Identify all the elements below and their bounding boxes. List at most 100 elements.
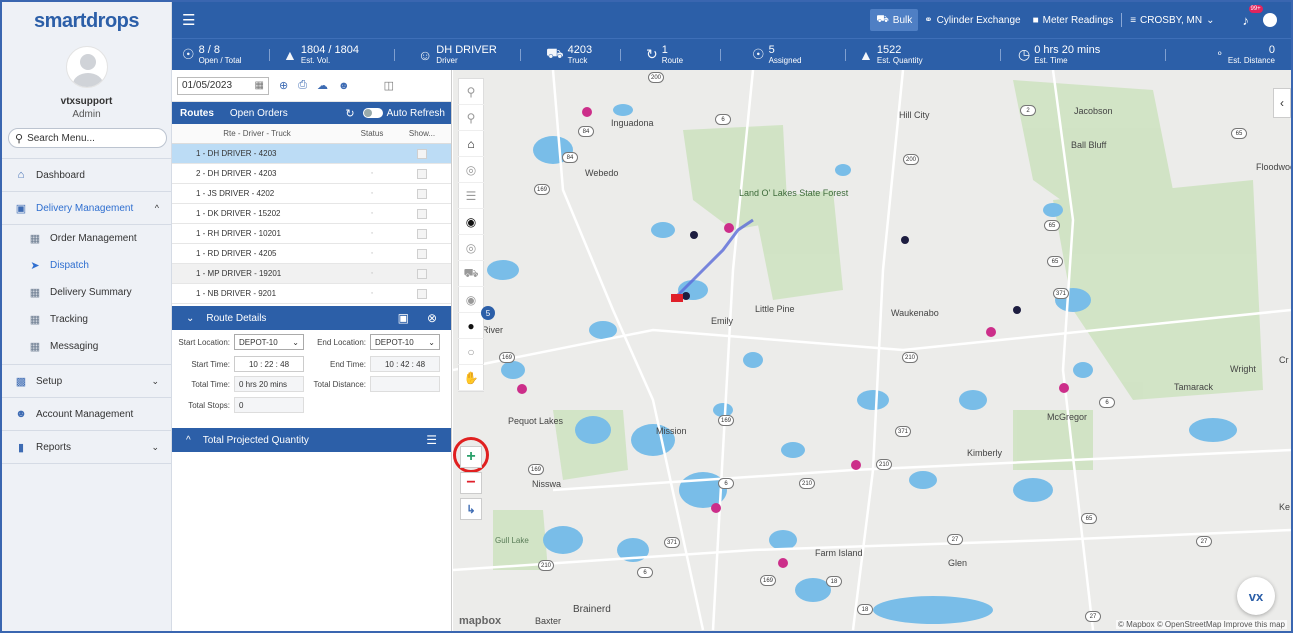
cylinder-exchange-button[interactable]: ⚭ Cylinder Exchange (918, 9, 1026, 31)
route-details-header[interactable]: ⌄ Route Details ▣ ⊗ (172, 306, 451, 330)
sidebar-item-reports[interactable]: ▮ Reports ⌄ (2, 431, 171, 464)
show-checkbox[interactable] (417, 168, 427, 179)
sidebar-item-setup[interactable]: ▩ Setup ⌄ (2, 365, 171, 398)
start-location-select[interactable]: DEPOT-10 ⌄ (234, 334, 304, 350)
show-checkbox[interactable] (417, 248, 427, 259)
notification-bell-icon[interactable]: ♪ 99+ (1243, 4, 1263, 28)
show-checkbox[interactable] (417, 268, 427, 279)
users-icon[interactable]: ☻ (338, 80, 350, 92)
total-projected-quantity-header[interactable]: ^ Total Projected Quantity ☰ (172, 428, 451, 452)
map-pin-icon[interactable]: ● (458, 313, 484, 339)
close-icon[interactable]: ⊗ (427, 311, 437, 325)
auto-refresh-toggle[interactable] (362, 108, 383, 118)
refresh-icon[interactable]: ↻ (345, 107, 354, 120)
show-checkbox[interactable] (417, 188, 427, 199)
sidebar-item-order-management[interactable]: ▦ Order Management (2, 225, 171, 252)
map-zoom-out-button[interactable]: − (460, 472, 482, 494)
route-name: 1 - NB DRIVER - 9201 (196, 289, 277, 298)
home-icon[interactable]: ⌂ (458, 131, 484, 157)
show-checkbox[interactable] (417, 148, 427, 159)
user-name: vtxsupport (60, 96, 113, 107)
table-row[interactable]: 1 - MP DRIVER - 19201 ◦ (172, 264, 451, 284)
route-name: 1 - DH DRIVER - 4203 (196, 149, 277, 158)
tab-open-orders[interactable]: Open Orders (222, 102, 296, 124)
sidebar-item-dashboard[interactable]: ⌂ Dashboard (2, 159, 171, 192)
add-icon[interactable]: ⊕ (279, 79, 288, 92)
route-optimize-icon[interactable]: ↳ (460, 498, 482, 520)
vx-chat-button[interactable]: vx (1237, 577, 1275, 615)
table-row[interactable]: 1 - NB DRIVER - 9201 ◦ (172, 284, 451, 304)
chevron-down-icon: ⌄ (292, 337, 299, 347)
field-label: Total Time: (191, 379, 230, 389)
route-shield: 6 (1099, 397, 1115, 408)
users-icon: ☻ (15, 408, 27, 420)
sidebar-item-delivery-summary[interactable]: ▦ Delivery Summary (2, 279, 171, 306)
hamburger-menu-icon[interactable]: ☰ (182, 11, 195, 29)
sidebar-item-label: Messaging (50, 341, 99, 352)
stat-value: 1 (661, 43, 668, 56)
table-row[interactable]: 1 - RH DRIVER - 10201 ◦ (172, 224, 451, 244)
table-row[interactable]: 1 - DK DRIVER - 15202 ◦ (172, 204, 451, 224)
sidebar-item-dispatch[interactable]: ➤ Dispatch (2, 252, 171, 279)
map-attribution[interactable]: © Mapbox © OpenStreetMap Improve this ma… (1116, 620, 1287, 629)
truck-icon: ⛟ (546, 45, 564, 61)
clock-icon: ◷ (1018, 46, 1031, 62)
sidebar-item-account-management[interactable]: ☻ Account Management (2, 398, 171, 431)
stat-label: Driver (436, 55, 458, 65)
zoom-out-icon[interactable]: ⚲ (458, 105, 484, 131)
locate-icon[interactable]: ◎ (458, 157, 484, 183)
layers-icon[interactable]: ☰ (458, 183, 484, 209)
route-shield: 210 (876, 459, 892, 470)
status-icon: ◦ (370, 170, 374, 177)
globe-icon[interactable]: ◉ (458, 287, 484, 313)
chevron-up-icon: ^ (154, 203, 159, 213)
fingerprint-icon[interactable]: ◎ (458, 235, 484, 261)
chevron-left-icon[interactable]: ‹ (1273, 88, 1291, 118)
start-time-input[interactable]: 10 : 22 : 48 (234, 356, 304, 372)
bulk-button[interactable]: ⛟ Bulk (870, 9, 919, 31)
driver-pin-icon[interactable]: ◉ (458, 209, 484, 235)
column-header-route[interactable]: Rte - Driver - Truck (172, 129, 342, 138)
location-icon: ≡ (1130, 14, 1137, 26)
table-row[interactable]: 1 - RD DRIVER - 4205 ◦ (172, 244, 451, 264)
cloud-upload-icon[interactable]: ☁ (317, 79, 328, 92)
field-label: Total Distance: (313, 379, 366, 389)
zoom-in-icon[interactable]: ⚲ (458, 79, 484, 105)
print-icon[interactable]: ⎙ (298, 79, 307, 92)
status-icon: ◦ (370, 230, 374, 237)
sidebar-item-messaging[interactable]: ▦ Messaging (2, 333, 171, 360)
end-location-select[interactable]: DEPOT-10 ⌄ (370, 334, 440, 350)
map-view[interactable]: Inguadona Webedo Land O' Lakes State For… (453, 70, 1291, 631)
sidebar-item-tracking[interactable]: ▦ Tracking (2, 306, 171, 333)
column-header-status[interactable]: Status (342, 129, 402, 138)
date-picker[interactable]: 01/05/2023 ▦ (177, 76, 269, 95)
hand-icon[interactable]: ✋ (458, 365, 484, 391)
place-label: Webedo (585, 168, 619, 178)
total-time-value: 0 hrs 20 mins (234, 376, 304, 392)
route-shield: 27 (947, 534, 963, 545)
user-menu-icon[interactable] (1263, 13, 1277, 27)
map-zoom-in-button[interactable]: + (460, 446, 482, 468)
search-menu-input[interactable]: ⚲ Search Menu... (8, 128, 167, 148)
tab-routes[interactable]: Routes (172, 102, 222, 124)
meter-readings-button[interactable]: ■ Meter Readings (1027, 9, 1120, 31)
table-row[interactable]: 1 - JS DRIVER - 4202 ◦ (172, 184, 451, 204)
table-row[interactable]: 1 - DH DRIVER - 4203 (172, 144, 451, 164)
pin-outline-icon[interactable]: ○ (458, 339, 484, 365)
table-row[interactable]: 2 - DH DRIVER - 4203 ◦ (172, 164, 451, 184)
route-shield: 200 (903, 154, 919, 165)
menu-icon[interactable]: ☰ (426, 433, 437, 447)
show-checkbox[interactable] (417, 288, 427, 299)
place-label: Waukenabo (891, 308, 939, 318)
show-checkbox[interactable] (417, 208, 427, 219)
route-shield: 371 (1053, 288, 1069, 299)
place-label: Jacobson (1074, 106, 1113, 116)
show-checkbox[interactable] (417, 228, 427, 239)
location-dropdown[interactable]: ≡ CROSBY, MN ⌄ (1124, 9, 1220, 31)
columns-icon[interactable]: ◫ (384, 79, 394, 92)
sidebar-item-delivery-management[interactable]: ▣ Delivery Management ^ (2, 192, 171, 225)
avatar[interactable] (65, 46, 108, 88)
column-header-show[interactable]: Show... (402, 129, 442, 138)
save-icon[interactable]: ▣ (398, 311, 409, 325)
truck-icon[interactable]: ⛟ (458, 261, 484, 287)
